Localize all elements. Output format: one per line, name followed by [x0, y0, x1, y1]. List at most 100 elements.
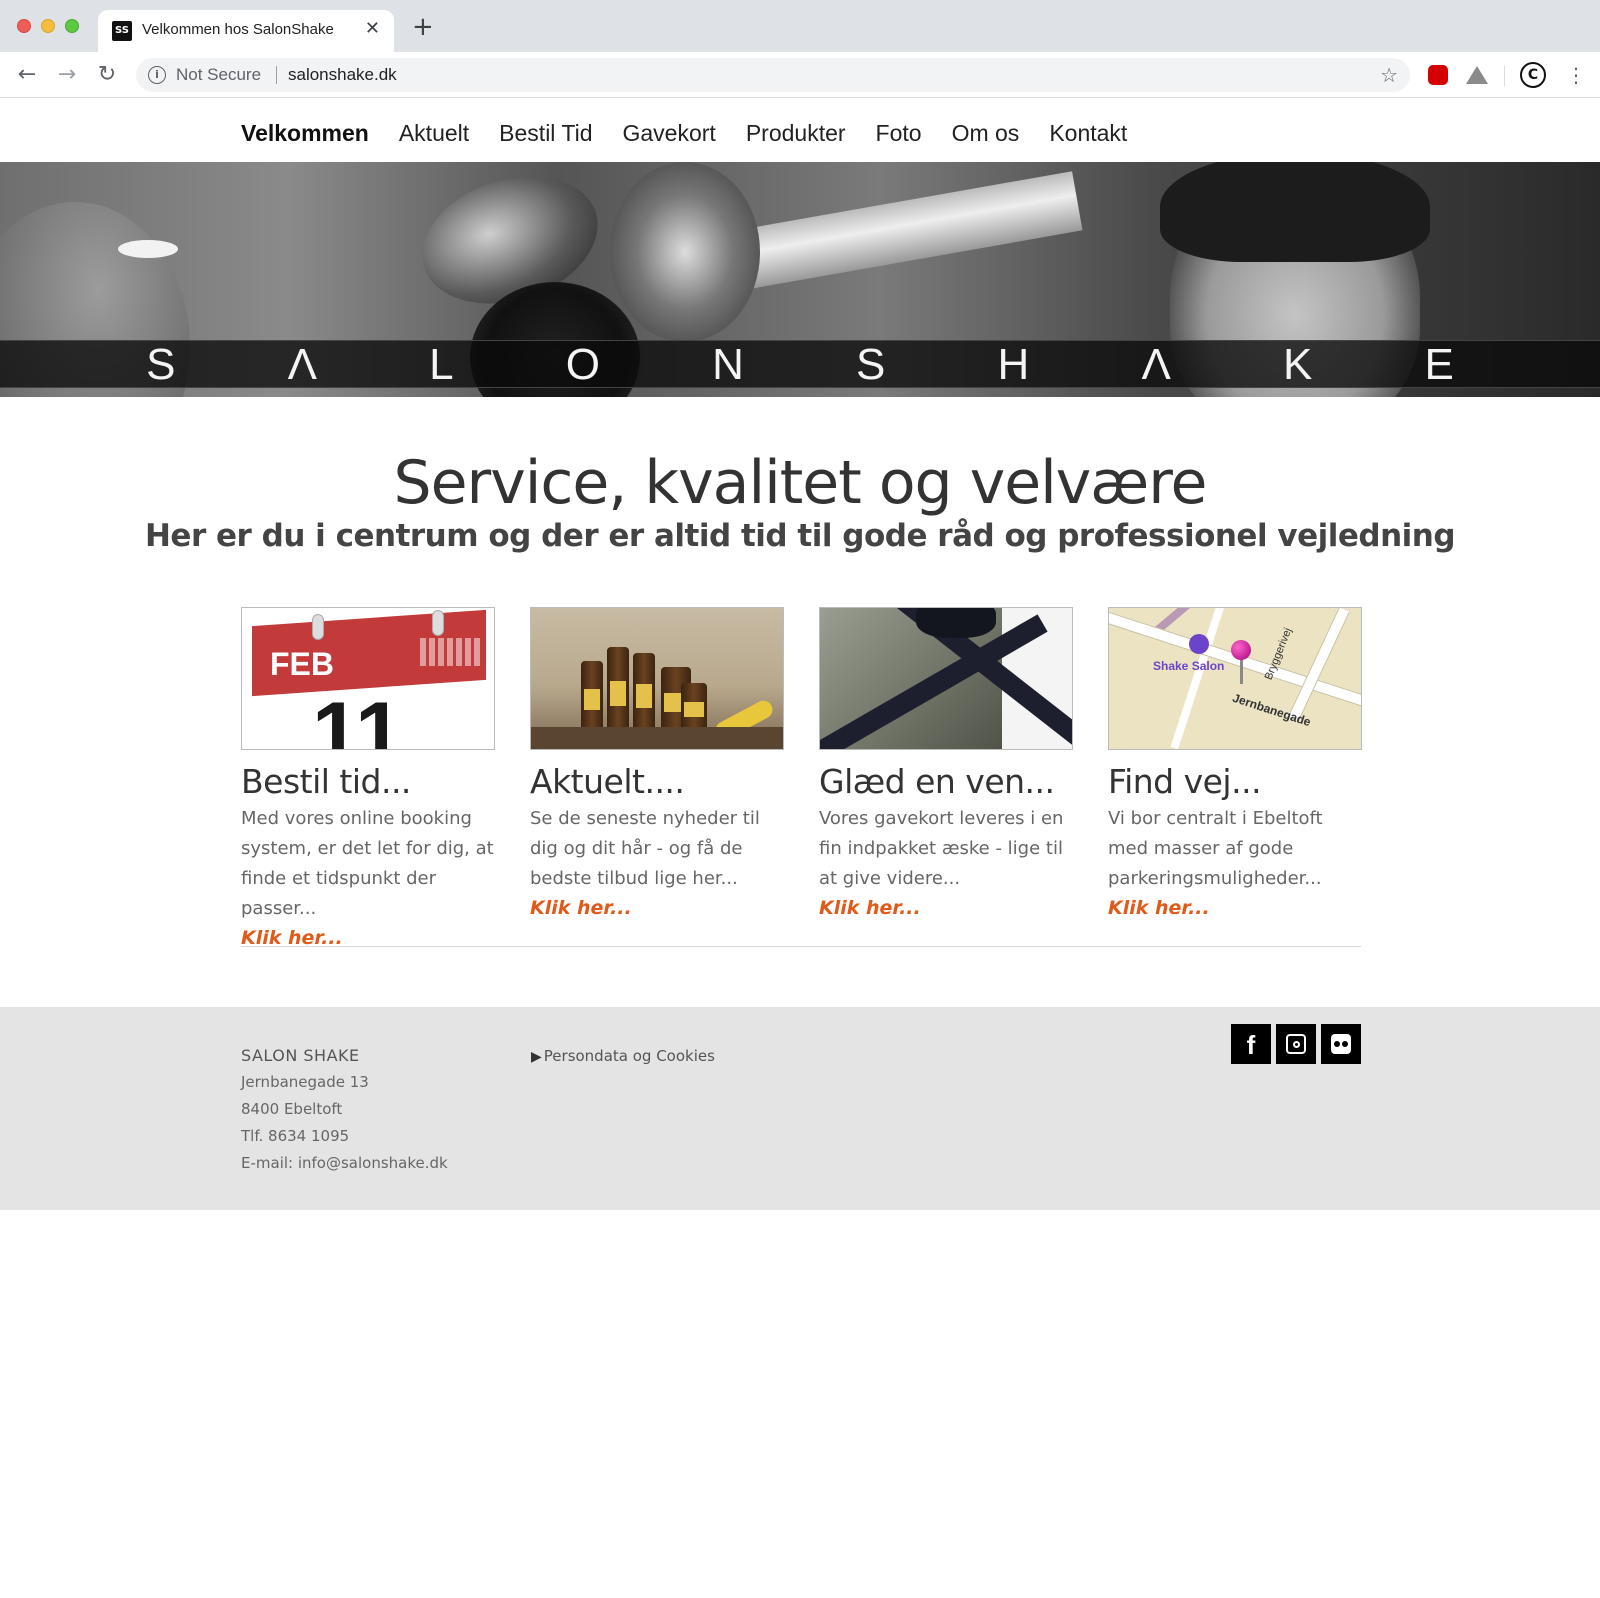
- calendar-ring: [432, 610, 444, 636]
- hero-logo-letter: O: [565, 340, 600, 389]
- page-headline: Service, kvalitet og velvære: [393, 448, 1208, 518]
- c-extension-icon[interactable]: C: [1520, 62, 1546, 88]
- card-link[interactable]: Klik her...: [819, 894, 1073, 922]
- products-image[interactable]: [530, 607, 784, 750]
- instagram-lens: [1293, 1041, 1300, 1048]
- facebook-icon[interactable]: f: [1231, 1024, 1271, 1064]
- footer-email[interactable]: E-mail: info@salonshake.dk: [241, 1150, 448, 1177]
- forward-arrow-icon[interactable]: →: [54, 62, 80, 88]
- hero-logo-letter: S: [856, 340, 886, 389]
- footer-phone: Tlf. 8634 1095: [241, 1127, 350, 1145]
- site-footer: SALON SHAKE Jernbanegade 13 8400 Ebeltof…: [0, 1007, 1600, 1210]
- hero-dryer-shape-2: [610, 162, 760, 342]
- nav-item-foto[interactable]: Foto: [876, 120, 922, 147]
- product-label: [584, 689, 600, 710]
- card-title: Bestil tid...: [241, 762, 411, 801]
- info-icon[interactable]: i: [148, 66, 166, 84]
- map-place-label: Shake Salon: [1153, 659, 1225, 673]
- hero-logo-letter: K: [1282, 340, 1313, 389]
- nav-item-gavekort[interactable]: Gavekort: [623, 120, 716, 147]
- card-gavekort: Glæd en ven... Vores gavekort leveres i …: [819, 607, 1073, 922]
- calendar-day: 11: [312, 685, 403, 750]
- nav-item-bestil-tid[interactable]: Bestil Tid: [499, 120, 592, 147]
- privacy-link[interactable]: ▶ Persondata og Cookies: [531, 1043, 715, 1070]
- card-link[interactable]: Klik her...: [241, 924, 495, 952]
- hero-logo-letter: Λ: [287, 340, 317, 389]
- card-link[interactable]: Klik her...: [1108, 894, 1362, 922]
- nav-item-aktuelt[interactable]: Aktuelt: [399, 120, 469, 147]
- new-tab-button[interactable]: +: [412, 14, 434, 40]
- card-aktuelt: Aktuelt.... Se de seneste nyheder til di…: [530, 607, 784, 922]
- drive-extension-icon[interactable]: [1466, 66, 1488, 84]
- calendar-grid: [420, 638, 482, 666]
- card-text: Vi bor centralt i Ebeltoft med masser af…: [1108, 808, 1323, 889]
- product-bottle: [607, 647, 629, 731]
- hero-logo-letter: H: [997, 340, 1030, 389]
- back-arrow-icon[interactable]: ←: [14, 62, 40, 88]
- flickr-dot: [1342, 1041, 1348, 1047]
- star-icon[interactable]: ☆: [1380, 63, 1398, 87]
- gift-box-image[interactable]: [819, 607, 1073, 750]
- flickr-dot: [1334, 1041, 1340, 1047]
- footer-address: SALON SHAKE Jernbanegade 13 8400 Ebeltof…: [241, 1043, 448, 1177]
- window-zoom-button[interactable]: [65, 19, 79, 33]
- nav-item-om-os[interactable]: Om os: [952, 120, 1020, 147]
- card-title: Find vej...: [1108, 762, 1262, 801]
- nav-item-velkommen[interactable]: Velkommen: [241, 120, 369, 147]
- instagram-icon[interactable]: [1276, 1024, 1316, 1064]
- footer-company-name: SALON SHAKE: [241, 1046, 360, 1065]
- product-label: [636, 684, 652, 708]
- calendar-image[interactable]: FEB 11: [241, 607, 495, 750]
- card-text: Vores gavekort leveres i en fin indpakke…: [819, 808, 1064, 889]
- product-bottle: [581, 661, 603, 731]
- product-label: [610, 680, 626, 706]
- hero-logo-letter: Λ: [1141, 340, 1171, 389]
- map-image[interactable]: Shake Salon Jernbanegade Bryggerivej: [1108, 607, 1362, 750]
- privacy-link-label: Persondata og Cookies: [543, 1047, 715, 1065]
- footer-city: 8400 Ebeltoft: [241, 1100, 343, 1118]
- window-minimize-button[interactable]: [41, 19, 55, 33]
- address-bar[interactable]: i Not Secure salonshake.dk ☆: [136, 58, 1410, 92]
- page-subheadline: Her er du i centrum og der er altid tid …: [144, 518, 1456, 554]
- product-tray: [531, 727, 783, 749]
- feature-cards: FEB 11 Bestil tid... Med vores online bo…: [241, 607, 1362, 949]
- salon-marker-icon: [1189, 634, 1209, 654]
- nav-item-produkter[interactable]: Produkter: [746, 120, 846, 147]
- security-status[interactable]: Not Secure: [176, 65, 261, 85]
- flickr-icon[interactable]: [1321, 1024, 1361, 1064]
- hero-logo-wordmark: SΛLONSHΛKE: [0, 341, 1600, 389]
- product-label: [684, 702, 704, 717]
- nav-item-kontakt[interactable]: Kontakt: [1049, 120, 1127, 147]
- flickr-frame: [1331, 1034, 1351, 1054]
- menu-dots-icon[interactable]: ⋮: [1566, 62, 1586, 88]
- hero-portrait-hair: [1160, 162, 1430, 262]
- play-arrow-icon: ▶: [531, 1049, 542, 1065]
- tab-close-icon[interactable]: ✕: [365, 19, 380, 39]
- tab-title: Velkommen hos SalonShake: [142, 21, 334, 38]
- browser-tab-bar: SS Velkommen hos SalonShake ✕ +: [0, 0, 1600, 52]
- hero-logo-letter: E: [1424, 340, 1454, 389]
- adblock-extension-icon[interactable]: [1428, 65, 1448, 85]
- browser-tab-active[interactable]: SS Velkommen hos SalonShake ✕: [98, 10, 394, 52]
- calendar-month: FEB: [270, 646, 334, 682]
- hero-pipe-shape: [717, 171, 1083, 293]
- site-navigation: Velkommen Aktuelt Bestil Tid Gavekort Produk…: [0, 98, 1600, 162]
- map-road: [1170, 608, 1228, 749]
- map-road: [1288, 608, 1350, 721]
- reload-icon[interactable]: ↻: [94, 62, 120, 88]
- gift-bow: [916, 608, 996, 638]
- hero-logo-letter: L: [429, 340, 454, 389]
- toolbar-separator: [1504, 66, 1505, 86]
- card-link[interactable]: Klik her...: [530, 894, 784, 922]
- calendar-ring: [312, 614, 324, 640]
- card-title: Aktuelt....: [530, 762, 685, 801]
- nav-list: Velkommen Aktuelt Bestil Tid Gavekort Produk…: [241, 120, 1127, 147]
- instagram-frame: [1286, 1034, 1306, 1054]
- product-jar: [681, 683, 707, 731]
- url-text[interactable]: salonshake.dk: [288, 65, 397, 85]
- footer-street: Jernbanegade 13: [241, 1073, 369, 1091]
- card-bestil-tid: FEB 11 Bestil tid... Med vores online bo…: [241, 607, 495, 952]
- window-close-button[interactable]: [17, 19, 31, 33]
- hero-logo-letter: S: [146, 340, 176, 389]
- url-separator: [276, 66, 277, 84]
